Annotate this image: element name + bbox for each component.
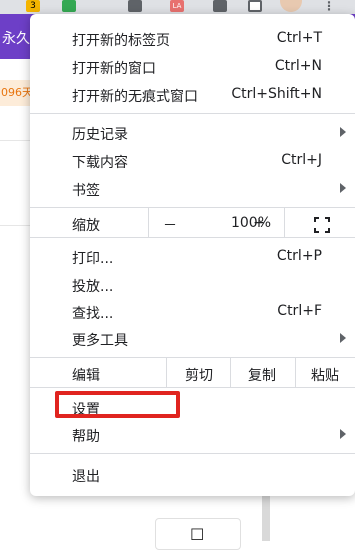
more-menu-icon[interactable]: ⋮ [322,0,336,12]
menu-separator [30,453,355,454]
menu-separator [30,207,355,208]
menu-item-label: 打开新的无痕式窗口 [72,89,198,105]
menu-item-history[interactable]: 历史记录 [30,119,355,147]
browser-main-menu: 打开新的标签页 Ctrl+T 打开新的窗口 Ctrl+N 打开新的无痕式窗口 C… [30,14,355,496]
extension-la-icon[interactable]: LA [170,0,184,12]
menu-item-shortcut: Ctrl+N [274,58,322,74]
menu-item-shortcut: Ctrl+F [277,303,322,319]
menu-item-print[interactable]: 打印... Ctrl+P [30,243,355,271]
edit-label: 编辑 [72,368,100,384]
menu-item-new-window[interactable]: 打开新的窗口 Ctrl+N [30,53,355,81]
extensions-puzzle-icon[interactable] [213,0,227,12]
menu-separator [30,113,355,114]
menu-item-cast[interactable]: 投放... [30,271,355,299]
background-card[interactable]: ☐ [155,518,241,550]
extension-badge-icon[interactable]: 3 [26,0,40,12]
submenu-arrow-icon [340,127,346,137]
menu-item-shortcut: Ctrl+J [281,152,322,168]
edit-divider [230,358,231,387]
menu-item-label: 打开新的标签页 [72,33,170,49]
background-banner-text: 永久 [2,31,30,47]
profile-avatar[interactable] [280,0,302,12]
menu-item-label: 历史记录 [72,127,128,143]
extension-glasses-icon[interactable] [128,0,142,12]
menu-item-help[interactable]: 帮助 [30,421,355,449]
background-strip-text: 096天 [1,86,31,99]
zoom-label: 缩放 [72,218,100,234]
menu-item-label: 查找... [72,306,114,322]
menu-item-find[interactable]: 查找... Ctrl+F [30,298,355,326]
menu-item-label: 书签 [72,183,100,199]
background-divider [0,225,30,226]
paste-button[interactable]: 粘贴 [298,365,352,385]
menu-item-label: 帮助 [72,429,100,445]
extension-square-icon[interactable] [248,0,262,12]
menu-item-shortcut: Ctrl+Shift+N [231,86,322,102]
extension-green-icon[interactable] [62,0,76,12]
menu-item-label: 投放... [72,279,114,295]
menu-item-label: 打印... [72,251,114,267]
submenu-arrow-icon [340,429,346,439]
edit-divider [295,358,296,387]
menu-item-exit[interactable]: 退出 [30,461,355,489]
browser-toolbar: 3 LA ⋮ [0,0,355,14]
background-divider [0,140,30,141]
menu-item-label: 下载内容 [72,155,128,171]
menu-item-new-incognito[interactable]: 打开新的无痕式窗口 Ctrl+Shift+N [30,81,355,109]
zoom-out-button[interactable]: － [160,215,180,235]
zoom-in-button[interactable]: + [249,215,269,231]
menu-item-label: 退出 [72,469,100,485]
menu-item-more-tools[interactable]: 更多工具 [30,325,355,353]
edit-divider [166,358,167,387]
menu-item-shortcut: Ctrl+P [276,248,322,264]
book-icon: ☐ [190,525,205,544]
cut-button[interactable]: 剪切 [170,365,228,385]
copy-button[interactable]: 复制 [233,365,291,385]
menu-item-new-tab[interactable]: 打开新的标签页 Ctrl+T [30,25,355,53]
zoom-divider [148,208,149,237]
settings-highlight-box [55,391,180,418]
zoom-divider [284,208,285,237]
submenu-arrow-icon [340,333,346,343]
submenu-arrow-icon [340,183,346,193]
menu-item-label: 更多工具 [72,333,128,349]
menu-item-label: 打开新的窗口 [72,61,156,77]
menu-separator [30,357,355,358]
background-orange-strip: 096天 [0,80,31,106]
menu-item-downloads[interactable]: 下载内容 Ctrl+J [30,147,355,175]
menu-item-bookmarks[interactable]: 书签 [30,175,355,203]
menu-item-shortcut: Ctrl+T [276,30,322,46]
menu-separator [30,237,355,238]
menu-separator [30,387,355,388]
fullscreen-icon[interactable] [314,217,330,233]
